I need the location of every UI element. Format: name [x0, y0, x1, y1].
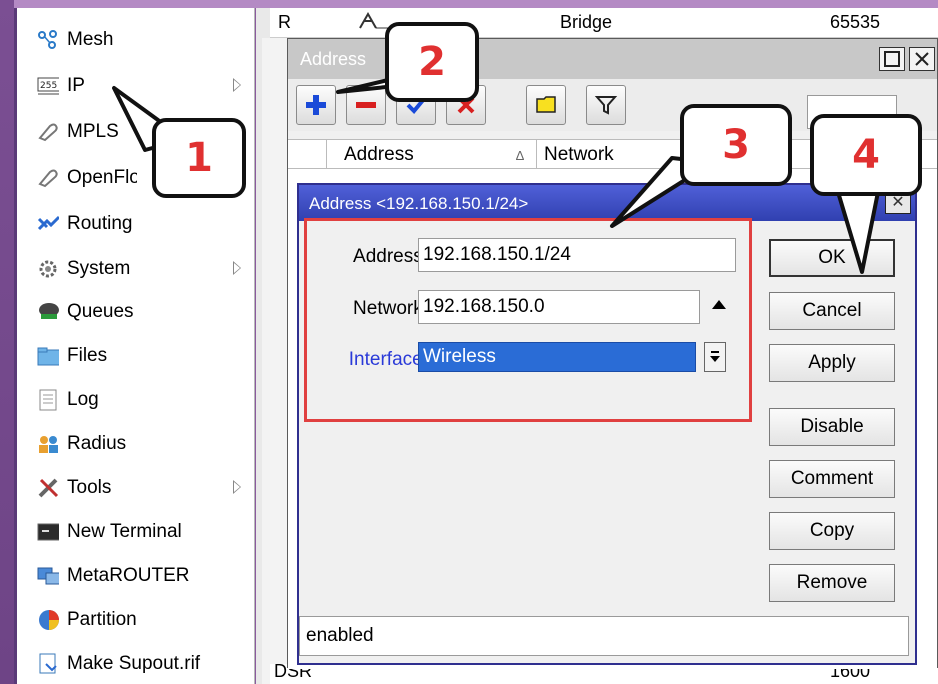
callout-pointers — [112, 58, 880, 274]
callout-4: 4 — [810, 114, 922, 196]
callout-2: 2 — [385, 22, 479, 102]
callout-3: 3 — [680, 104, 792, 186]
callout-1: 1 — [152, 118, 246, 198]
